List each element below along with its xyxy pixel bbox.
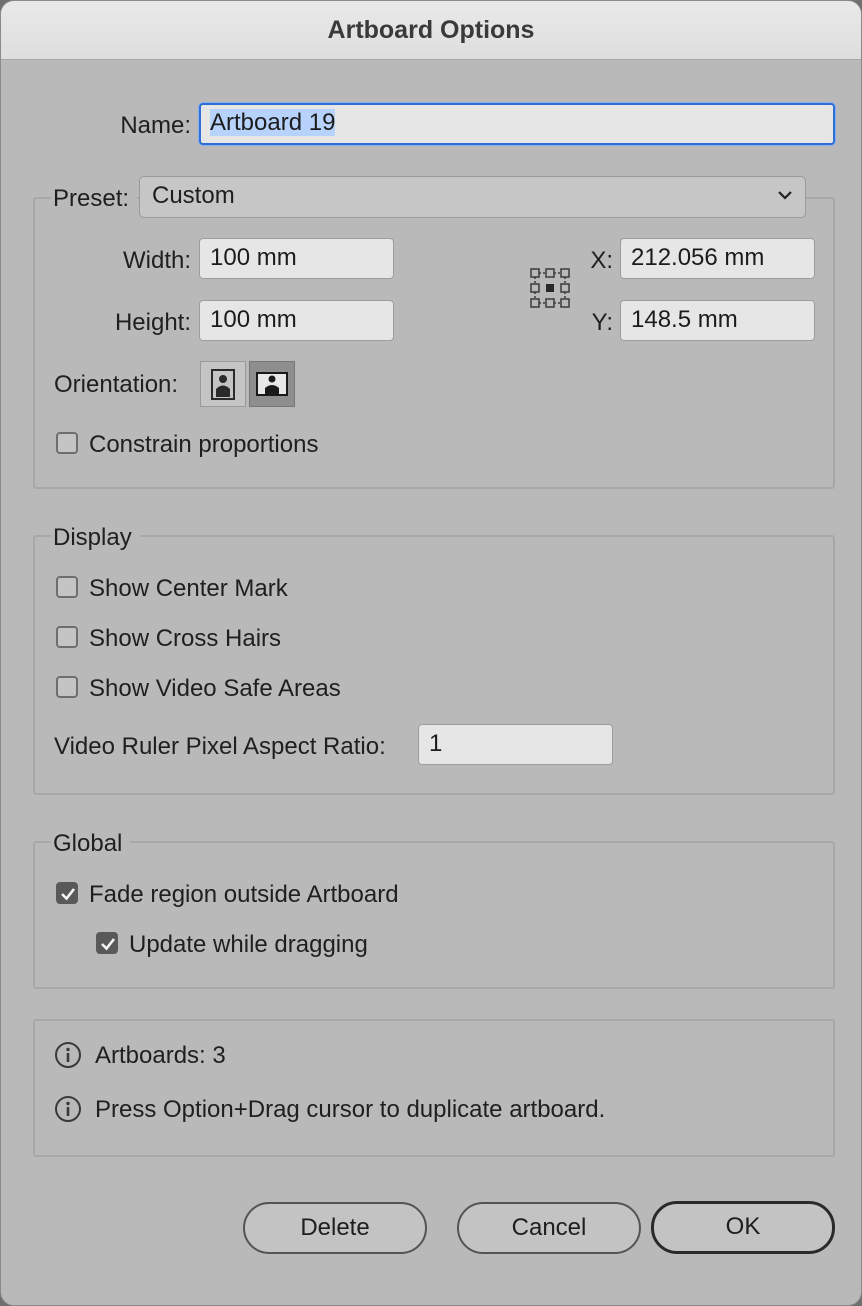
orientation-label: Orientation:: [54, 371, 179, 398]
cancel-button[interactable]: Cancel: [457, 1202, 641, 1254]
artboard-options-dialog: Artboard Options Name: Artboard 19 Prese…: [0, 0, 862, 1306]
x-label: X:: [590, 247, 613, 274]
checkmark-icon: [101, 938, 116, 951]
info-icon: [55, 1042, 81, 1068]
chevron-down-icon: [778, 191, 792, 200]
height-label: Height:: [114, 309, 191, 336]
global-group: [33, 841, 835, 989]
show-center-mark-checkbox[interactable]: [56, 576, 78, 598]
preset-selected-value: Custom: [152, 182, 235, 209]
landscape-icon: [256, 372, 288, 396]
constrain-proportions-label: Constrain proportions: [89, 431, 319, 458]
duplicate-hint-text: Press Option+Drag cursor to duplicate ar…: [95, 1096, 606, 1123]
name-label: Name:: [120, 112, 191, 139]
delete-button[interactable]: Delete: [243, 1202, 427, 1254]
width-input[interactable]: 100 mm: [199, 238, 394, 279]
dialog-title: Artboard Options: [1, 1, 861, 60]
portrait-icon: [211, 369, 235, 400]
x-input[interactable]: 212.056 mm: [620, 238, 815, 279]
y-input[interactable]: 148.5 mm: [620, 300, 815, 341]
preset-select[interactable]: Custom: [139, 176, 806, 218]
reference-point-grid-icon[interactable]: [529, 267, 571, 309]
show-center-mark-label: Show Center Mark: [89, 575, 288, 602]
height-input[interactable]: 100 mm: [199, 300, 394, 341]
width-label: Width:: [122, 247, 191, 274]
fade-region-checkbox[interactable]: [56, 882, 78, 904]
update-while-dragging-checkbox[interactable]: [96, 932, 118, 954]
global-title: Global: [51, 830, 131, 858]
display-title: Display: [51, 524, 140, 552]
constrain-proportions-checkbox[interactable]: [56, 432, 78, 454]
show-video-safe-areas-label: Show Video Safe Areas: [89, 675, 341, 702]
preset-label: Preset:: [51, 185, 138, 213]
pixel-aspect-ratio-input[interactable]: 1: [418, 724, 613, 765]
info-panel: [33, 1019, 835, 1157]
checkmark-icon: [61, 888, 76, 901]
info-icon: [55, 1096, 81, 1122]
pixel-aspect-ratio-label: Video Ruler Pixel Aspect Ratio:: [54, 733, 386, 760]
ok-button[interactable]: OK: [651, 1201, 835, 1254]
portrait-orientation-button[interactable]: [200, 361, 246, 407]
show-cross-hairs-label: Show Cross Hairs: [89, 625, 282, 652]
name-input-value: Artboard 19: [210, 109, 336, 136]
landscape-orientation-button[interactable]: [249, 361, 295, 407]
show-cross-hairs-checkbox[interactable]: [56, 626, 78, 648]
name-input[interactable]: Artboard 19: [199, 103, 835, 145]
show-video-safe-areas-checkbox[interactable]: [56, 676, 78, 698]
fade-region-label: Fade region outside Artboard: [89, 881, 399, 908]
y-label: Y:: [591, 309, 613, 336]
artboards-count-text: Artboards: 3: [95, 1042, 226, 1069]
update-while-dragging-label: Update while dragging: [129, 931, 368, 958]
